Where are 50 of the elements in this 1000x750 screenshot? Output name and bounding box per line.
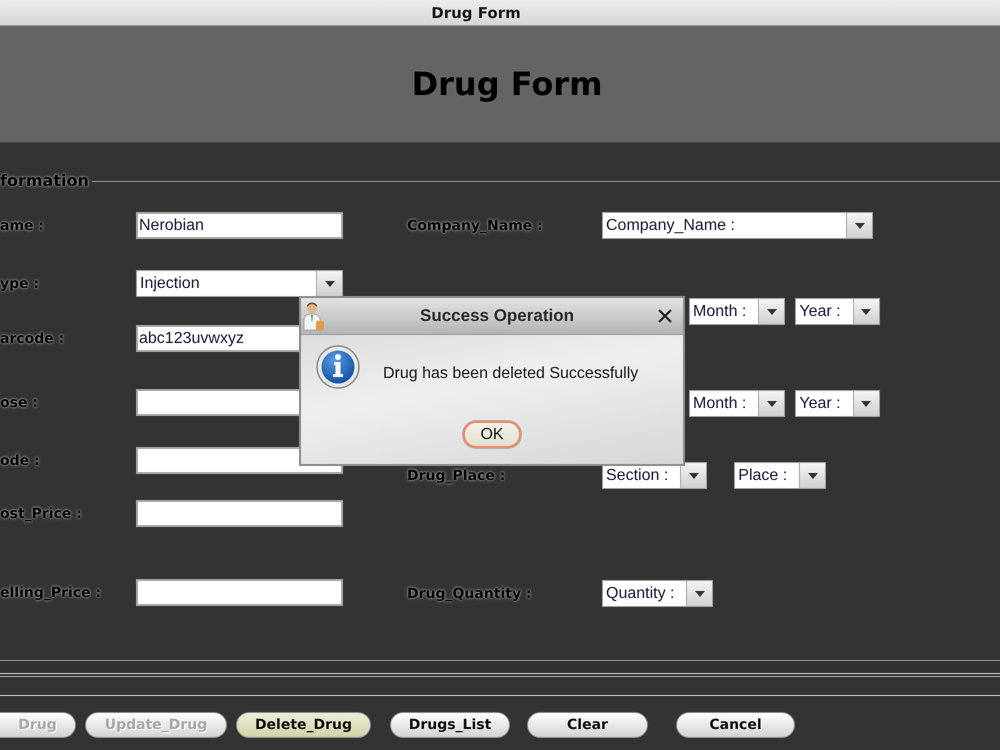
caret-down-icon (861, 400, 872, 406)
dropdown[interactable]: Company_Name : (602, 212, 873, 239)
form-button[interactable]: Clear (527, 712, 648, 738)
text-field[interactable] (136, 579, 343, 606)
section-title: formation (0, 170, 89, 190)
caret-down-icon (808, 472, 818, 478)
dropdown-arrow-button[interactable] (852, 299, 879, 324)
field-label: Drug_Place : (407, 468, 506, 484)
caret-down-icon (861, 308, 872, 314)
info-icon (315, 345, 361, 391)
text-field[interactable]: Nerobian (136, 212, 343, 239)
dropdown-arrow-button[interactable] (686, 581, 712, 606)
text-field[interactable] (136, 500, 343, 527)
dropdown[interactable]: Month : (689, 298, 786, 325)
dialog-message: Drug has been deleted Successfully (383, 365, 638, 383)
dropdown-arrow-button[interactable] (852, 391, 879, 416)
dropdown-arrow-button[interactable] (680, 463, 706, 488)
form-button[interactable]: Cancel (676, 712, 795, 738)
caret-down-icon (854, 222, 864, 228)
dropdown-arrow-button[interactable] (758, 299, 784, 324)
field-label: ost_Price : (0, 506, 83, 522)
dropdown[interactable]: Quantity : (602, 580, 714, 607)
dropdown-arrow-button[interactable] (799, 463, 826, 488)
field-label: elling_Price : (0, 584, 102, 600)
field-label: ode : (0, 452, 41, 468)
caret-down-icon (766, 400, 777, 406)
field-label: Company_Name : (407, 218, 544, 234)
caret-down-icon (688, 472, 699, 478)
ok-button[interactable]: OK (463, 421, 521, 448)
caret-down-icon (694, 590, 705, 596)
dropdown-arrow-button[interactable] (316, 271, 342, 296)
dropdown-arrow-button[interactable] (758, 391, 784, 416)
field-label: Drug_Quantity : (407, 586, 533, 602)
caret-down-icon (766, 308, 777, 314)
dropdown[interactable]: Month : (689, 390, 786, 417)
dropdown[interactable]: Year : (795, 390, 880, 417)
form-button[interactable]: Drugs_List (390, 712, 510, 738)
dropdown[interactable]: Place : (734, 462, 826, 489)
dropdown-arrow-button[interactable] (846, 213, 872, 238)
field-label: ose : (0, 394, 39, 410)
dropdown[interactable]: Year : (795, 298, 880, 325)
form-button[interactable]: Delete_Drug (236, 712, 371, 738)
window-title: Drug Form (431, 4, 521, 22)
close-icon[interactable] (657, 308, 673, 324)
dialog-title: Success Operation (418, 306, 575, 326)
field-label: ype : (0, 276, 40, 292)
field-label: arcode : (0, 330, 66, 346)
dropdown[interactable]: Injection (136, 270, 343, 297)
caret-down-icon (324, 280, 334, 286)
form-title: Drug Form (412, 65, 602, 103)
